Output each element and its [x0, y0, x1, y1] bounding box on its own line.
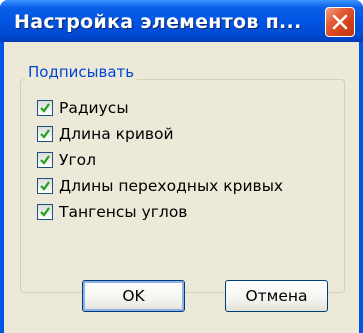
group-title: Подписывать	[25, 63, 138, 81]
checkbox-box[interactable]	[37, 178, 53, 194]
checkmark-icon	[40, 181, 50, 191]
checkbox-label: Длина кривой	[59, 125, 174, 143]
checkmark-icon	[40, 207, 50, 217]
checkmark-icon	[40, 129, 50, 139]
window-title: Настройка элементов п...	[14, 11, 302, 33]
checkbox-box[interactable]	[37, 152, 53, 168]
dialog-body: Подписывать Радиусы Длина кривой Угол Дл…	[4, 42, 359, 333]
checkbox-curve-length[interactable]: Длина кривой	[37, 124, 174, 144]
checkbox-label: Тангенсы углов	[59, 203, 188, 221]
close-icon	[332, 14, 348, 30]
checkbox-box[interactable]	[37, 126, 53, 142]
checkbox-angle-tangents[interactable]: Тангенсы углов	[37, 202, 187, 222]
checkbox-box[interactable]	[37, 204, 53, 220]
title-bar[interactable]: Настройка элементов п...	[0, 0, 363, 42]
checkbox-label: Длины переходных кривых	[59, 177, 284, 195]
checkbox-box[interactable]	[37, 100, 53, 116]
checkmark-icon	[40, 155, 50, 165]
checkbox-transition-lengths[interactable]: Длины переходных кривых	[37, 176, 283, 196]
checkbox-angle[interactable]: Угол	[37, 150, 96, 170]
checkmark-icon	[40, 103, 50, 113]
ok-button[interactable]: OK	[82, 280, 185, 312]
dialog-window: Настройка элементов п... Подписывать Рад…	[0, 0, 363, 333]
close-button[interactable]	[325, 7, 355, 37]
cancel-button[interactable]: Отмена	[225, 280, 328, 312]
checkbox-label: Угол	[59, 151, 96, 169]
checkbox-label: Радиусы	[59, 99, 129, 117]
checkbox-radii[interactable]: Радиусы	[37, 98, 129, 118]
